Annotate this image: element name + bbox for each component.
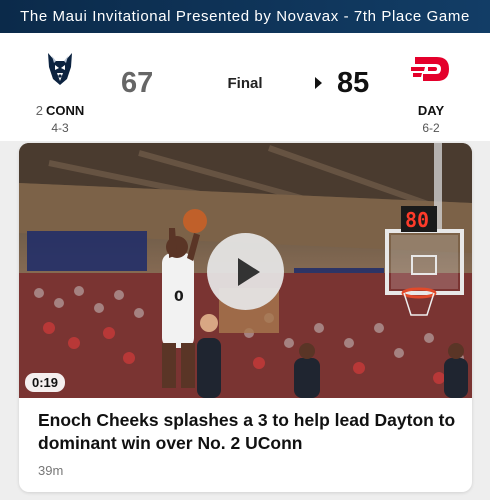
home-team-abbr: DAY <box>417 103 445 118</box>
video-thumbnail[interactable]: 80 0 0:19 <box>19 143 472 398</box>
video-duration: 0:19 <box>25 373 66 392</box>
uconn-husky-logo-icon <box>25 49 95 89</box>
game-title-bar: The Maui Invitational Presented by Novav… <box>0 0 490 33</box>
dayton-flyers-logo-icon <box>396 49 466 89</box>
away-score: 67 <box>121 67 154 99</box>
shot-clock-digits: 80 <box>405 208 429 232</box>
play-button[interactable] <box>207 233 284 310</box>
away-team[interactable]: 2 CONN 4-3 <box>25 49 95 135</box>
home-team-record: 6-2 <box>422 121 440 135</box>
video-timestamp: 39m <box>38 463 64 478</box>
away-team-abbr: CONN <box>45 103 85 118</box>
away-team-rank: 2 <box>35 103 43 118</box>
away-team-record: 4-3 <box>51 121 69 135</box>
winner-arrow-icon <box>315 77 322 89</box>
game-title: The Maui Invitational Presented by Novav… <box>20 8 470 25</box>
video-card[interactable]: 80 0 0:19 Enoch Cheeks splashes a 3 to h… <box>19 143 472 492</box>
video-headline[interactable]: Enoch Cheeks splashes a 3 to help lead D… <box>38 409 458 455</box>
scorecard[interactable]: 2 CONN 4-3 67 Final 85 DAY 6-2 <box>0 33 490 141</box>
game-status: Final <box>227 75 263 92</box>
play-icon <box>237 257 260 286</box>
home-team[interactable]: DAY 6-2 <box>396 49 466 135</box>
away-team-name: 2 CONN <box>25 103 95 118</box>
home-score: 85 <box>337 67 370 99</box>
svg-text:0: 0 <box>174 289 184 305</box>
home-team-name: DAY <box>396 103 466 118</box>
